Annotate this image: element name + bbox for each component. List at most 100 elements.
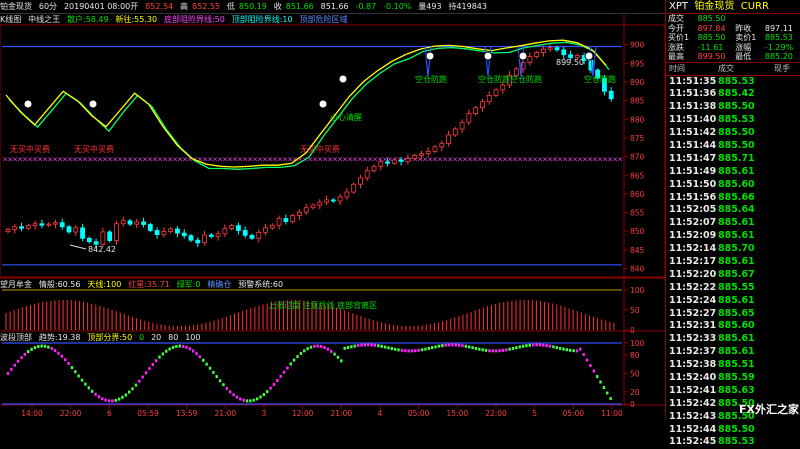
candle-up	[358, 178, 362, 184]
panel3-name[interactable]: 波段顶部	[0, 333, 32, 342]
trend-dot	[249, 399, 251, 402]
signal-label: 空仓防跑	[478, 74, 510, 84]
smiley-icon	[519, 52, 527, 60]
candle-down	[196, 240, 200, 243]
trend-dot	[115, 399, 117, 402]
trend-dot	[488, 349, 490, 352]
trend-dot	[323, 346, 325, 349]
trend-dot	[17, 360, 19, 363]
trend-dot	[333, 353, 335, 356]
x-tick-label: 21:00	[215, 409, 237, 418]
panel2-name[interactable]: 望月牟金	[0, 280, 32, 289]
date-label: 20190401 08:00开	[64, 2, 138, 11]
y-tick-label: 870	[630, 153, 645, 162]
candle-up	[372, 166, 376, 170]
panel2-val-e: 精确仓	[207, 280, 231, 289]
trend-dot	[51, 347, 53, 350]
trend-dot	[74, 370, 76, 373]
trend-dot	[347, 346, 349, 349]
trend-dot	[350, 345, 352, 348]
trend-dot	[492, 349, 494, 352]
trend-dot	[246, 399, 248, 402]
smiley-icon	[339, 75, 347, 83]
trend-dot	[495, 349, 497, 352]
trend-dot	[465, 345, 467, 348]
panel1-indicator[interactable]: 中线之王	[28, 15, 60, 24]
candle-down	[386, 162, 390, 163]
quote-code: XPT	[669, 1, 688, 12]
y-tick-label: 50	[630, 306, 640, 315]
trend-dot	[98, 395, 100, 398]
tick-list[interactable]: 11:51:35885.5311:51:36885.4211:51:38885.…	[666, 76, 800, 449]
tick-price: 885.50	[718, 140, 755, 153]
quote-cell-v2: -1.29%	[763, 43, 800, 53]
y-tick-label: 850	[630, 227, 645, 236]
trend-dot	[381, 345, 383, 348]
quote-row: 涨跌-11.61涨幅-1.29%	[666, 43, 800, 53]
x-tick-label: 05:00	[408, 409, 430, 418]
candle-up	[114, 224, 118, 241]
candle-down	[87, 238, 91, 241]
candle-down	[331, 200, 335, 201]
trend-dot	[559, 347, 561, 350]
trend-dot	[583, 353, 585, 356]
trend-dot	[529, 344, 531, 347]
trend-dot	[162, 352, 164, 355]
tick-row: 11:52:41885.63	[666, 385, 800, 398]
candle-up	[501, 85, 505, 90]
chart-canvas[interactable]: 900895890885880875870865860855850845840×…	[0, 0, 665, 418]
y-tick-label: 855	[630, 209, 645, 218]
y-tick-label: 900	[630, 41, 645, 50]
trend-dot	[317, 345, 319, 348]
trend-dot	[401, 349, 403, 352]
trend-dot	[27, 350, 29, 353]
y-tick-label: 845	[630, 246, 645, 255]
trend-dot	[310, 346, 312, 349]
candle-up	[345, 192, 349, 197]
quote-cell-l1: 最高	[666, 52, 696, 62]
quote-cell-l1: 成交	[666, 14, 696, 24]
candle-up	[264, 228, 268, 232]
panel2-note: 上涨过盘 注意后线 底部背离区	[268, 300, 377, 310]
y-tick-label: 20	[630, 388, 640, 397]
trend-dot	[485, 349, 487, 352]
panel3-val-b: 顶部分界:50	[87, 333, 132, 342]
trend-dot	[451, 343, 453, 346]
tick-row: 11:51:47885.71	[666, 153, 800, 166]
smiley-icon	[426, 52, 434, 60]
trend-dot	[364, 343, 366, 346]
tick-time: 11:52:41	[669, 385, 716, 398]
trend-dot	[535, 343, 537, 346]
y-tick-label: 895	[630, 59, 645, 68]
panel2-val-f: 预警系统:60	[238, 280, 283, 289]
trend-dot	[131, 387, 133, 390]
trend-dot	[434, 345, 436, 348]
trend-dot	[78, 374, 80, 377]
signal-label: 空仓防跑	[584, 74, 616, 84]
tick-row: 11:51:49885.61	[666, 166, 800, 179]
x-tick-label: 21:00	[331, 409, 353, 418]
candle-down	[555, 48, 559, 50]
trend-dot	[199, 355, 201, 358]
tick-row: 11:52:31885.60	[666, 320, 800, 333]
trend-dot	[519, 345, 521, 348]
trend-dot	[461, 344, 463, 347]
panel1-val-a: 散户:58.49	[67, 15, 109, 24]
quote-cell-l2: 最低	[733, 52, 763, 62]
trend-dot	[438, 345, 440, 348]
tick-time: 11:51:35	[669, 76, 716, 89]
trend-dot	[269, 387, 271, 390]
panel3-val-d: 20	[151, 333, 161, 342]
trend-dot	[377, 344, 379, 347]
period-label: 60分	[39, 2, 57, 11]
quote-header: XPT 铂金现货 CURR	[666, 0, 800, 14]
tick-time: 11:51:50	[669, 179, 716, 192]
tick-price: 885.61	[718, 230, 755, 243]
y-tick-label: 865	[630, 171, 645, 180]
trend-dot	[7, 372, 9, 375]
tick-time: 11:52:38	[669, 359, 716, 372]
trend-dot	[175, 345, 177, 348]
trend-dot	[118, 398, 120, 401]
signal-label: 空仓防跑	[510, 74, 542, 84]
panel1-name[interactable]: K线图	[0, 15, 21, 24]
